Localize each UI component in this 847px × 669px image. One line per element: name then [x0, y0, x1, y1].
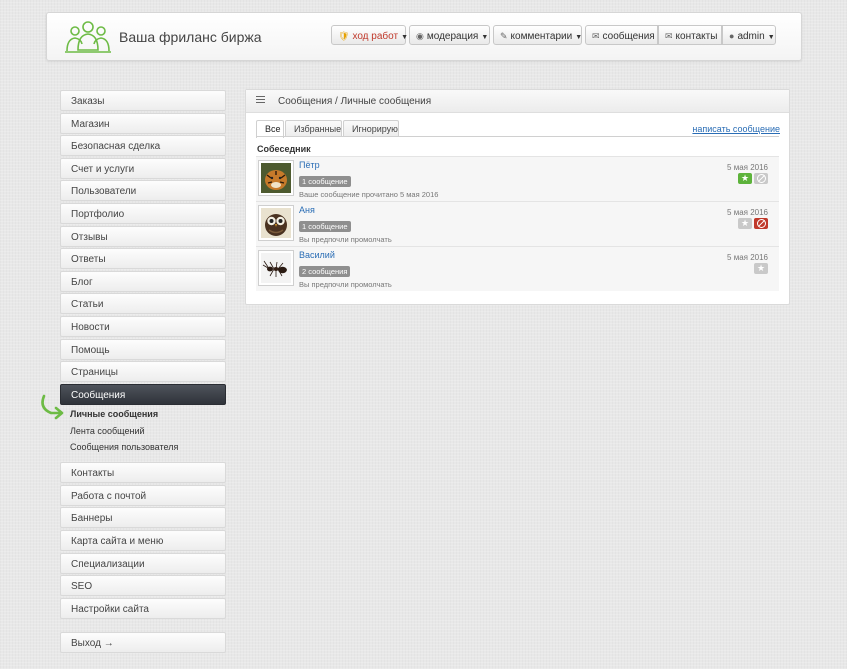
breadcrumb: Сообщения / Личные сообщения	[278, 96, 432, 107]
conversation-date: 5 мая 2016	[727, 253, 768, 262]
tiger-avatar-icon	[261, 163, 291, 193]
moderation-menu-button[interactable]: ◉ модерация ▼	[409, 25, 490, 45]
envelope-icon: ✉	[592, 31, 600, 41]
logout-button[interactable]: Выход →	[60, 632, 226, 653]
sidebar-item-billing[interactable]: Счет и услуги	[60, 158, 226, 179]
caret-down-icon: ▼	[401, 34, 408, 41]
caret-down-icon: ▼	[481, 34, 489, 41]
caret-down-icon: ▼	[575, 34, 583, 41]
interlocutor-column-header: Собеседник	[257, 144, 311, 154]
ban-icon	[756, 174, 766, 183]
ignore-button[interactable]	[754, 173, 768, 184]
site-title[interactable]: Ваша фриланс биржа	[119, 29, 262, 45]
shield-icon: 🛡	[338, 31, 350, 41]
sidebar-item-safe-deal[interactable]: Безопасная сделка	[60, 135, 226, 156]
sidebar-item-sitemap[interactable]: Карта сайта и меню	[60, 530, 226, 551]
write-message-link[interactable]: написать сообщение	[692, 124, 780, 134]
message-count-badge: 1 сообщение	[299, 176, 351, 187]
sidebar-item-banners[interactable]: Баннеры	[60, 507, 226, 528]
logo-people-icon[interactable]	[63, 20, 113, 54]
sidebar-item-portfolio[interactable]: Портфолио	[60, 203, 226, 224]
sidebar-item-answers[interactable]: Ответы	[60, 248, 226, 269]
ignore-button[interactable]	[754, 218, 768, 229]
conversation-status: Вы предпочли промолчать	[299, 235, 392, 244]
eye-icon: ◉	[416, 31, 424, 41]
hamburger-menu-icon[interactable]	[256, 96, 265, 105]
conversation-status: Вы предпочли промолчать	[299, 280, 392, 289]
sidebar-item-pages[interactable]: Страницы	[60, 361, 226, 382]
admin-menu-button[interactable]: ● admin ▼	[722, 25, 776, 45]
star-icon: ★	[740, 173, 750, 183]
sidebar-subitem-private-messages[interactable]: Личные сообщения	[70, 409, 158, 419]
comments-menu-button[interactable]: ✎ комментарии ▼	[493, 25, 582, 45]
avatar[interactable]	[258, 160, 294, 196]
conversation-username[interactable]: Аня	[299, 205, 315, 215]
sidebar-item-news[interactable]: Новости	[60, 316, 226, 337]
messages-panel: Сообщения / Личные сообщения Все Избранн…	[245, 89, 790, 305]
pencil-icon: ✎	[500, 31, 508, 41]
sidebar-item-orders[interactable]: Заказы	[60, 90, 226, 111]
user-icon: ●	[729, 31, 735, 41]
progress-menu-button[interactable]: 🛡 ход работ ▼	[331, 25, 408, 45]
progress-menu-label: ход работ	[352, 31, 399, 42]
sidebar-item-help[interactable]: Помощь	[60, 339, 226, 360]
messages-label: сообщения	[602, 31, 655, 42]
ban-icon	[756, 219, 766, 228]
green-arrow-icon	[41, 394, 64, 420]
conversation-username[interactable]: Василий	[299, 250, 335, 260]
caret-down-icon: ▼	[767, 34, 775, 41]
avatar[interactable]	[258, 205, 294, 241]
sidebar-item-seo[interactable]: SEO	[60, 575, 226, 596]
moderation-menu-label: модерация	[426, 31, 479, 42]
favorite-star-button[interactable]: ★	[754, 263, 768, 274]
sidebar-item-mail[interactable]: Работа с почтой	[60, 485, 226, 506]
sidebar-item-articles[interactable]: Статьи	[60, 293, 226, 314]
panel-header: Сообщения / Личные сообщения	[246, 90, 789, 113]
owl-avatar-icon	[261, 208, 291, 238]
sidebar-item-blog[interactable]: Блог	[60, 271, 226, 292]
conversation-row[interactable]: Василий 2 сообщения Вы предпочли промолч…	[256, 246, 779, 291]
tab-favorites[interactable]: Избранные	[285, 120, 342, 137]
tabs-divider	[256, 136, 779, 137]
star-icon: ★	[740, 218, 750, 228]
conversation-row[interactable]: Пётр 1 сообщение Ваше сообщение прочитан…	[256, 156, 779, 201]
messages-button[interactable]: ✉ сообщения	[585, 25, 658, 45]
avatar[interactable]	[258, 250, 294, 286]
favorite-star-button[interactable]: ★	[738, 218, 752, 229]
envelope-icon: ✉	[665, 31, 673, 41]
contacts-label: контакты	[675, 31, 718, 42]
comments-menu-label: комментарии	[510, 31, 573, 42]
star-icon: ★	[756, 263, 766, 273]
tab-ignored[interactable]: Игнорирую	[343, 120, 399, 137]
sidebar-item-users[interactable]: Пользователи	[60, 180, 226, 201]
sidebar-subitem-user-messages[interactable]: Сообщения пользователя	[70, 442, 178, 452]
sidebar-item-messages[interactable]: Сообщения	[60, 384, 226, 405]
sidebar-item-settings[interactable]: Настройки сайта	[60, 598, 226, 619]
sidebar-subitem-message-feed[interactable]: Лента сообщений	[70, 426, 145, 436]
sidebar-item-reviews[interactable]: Отзывы	[60, 226, 226, 247]
sidebar-item-shop[interactable]: Магазин	[60, 113, 226, 134]
ant-avatar-icon	[261, 253, 291, 283]
admin-label: admin	[737, 31, 765, 42]
conversation-date: 5 мая 2016	[727, 208, 768, 217]
sidebar-item-specializations[interactable]: Специализации	[60, 553, 226, 574]
sidebar-item-contacts[interactable]: Контакты	[60, 462, 226, 483]
contacts-button[interactable]: ✉ контакты	[658, 25, 722, 45]
conversation-username[interactable]: Пётр	[299, 160, 320, 170]
conversation-status: Ваше сообщение прочитано 5 мая 2016	[299, 190, 439, 199]
conversation-row[interactable]: Аня 1 сообщение Вы предпочли промолчать …	[256, 201, 779, 246]
conversation-date: 5 мая 2016	[727, 163, 768, 172]
top-header: Ваша фриланс биржа 🛡 ход работ ▼ ◉ модераци…	[46, 12, 802, 61]
message-count-badge: 2 сообщения	[299, 266, 351, 277]
favorite-star-button[interactable]: ★	[738, 173, 752, 184]
message-count-badge: 1 сообщение	[299, 221, 351, 232]
